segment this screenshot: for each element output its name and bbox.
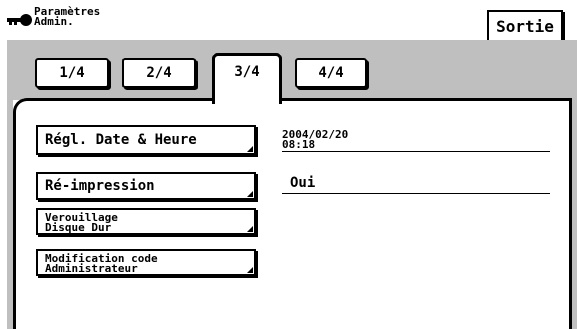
date-time-button[interactable]: Régl. Date & Heure	[36, 125, 256, 155]
time-value: 08:18	[282, 138, 316, 151]
disk-lock-label: Verouillage Disque Dur	[45, 212, 118, 234]
tab-2-4[interactable]: 2/4	[122, 58, 196, 88]
reprint-value: Oui	[290, 175, 316, 191]
active-tab-join	[215, 97, 279, 105]
exit-button[interactable]: Sortie	[487, 10, 563, 43]
disk-lock-button[interactable]: Verouillage Disque Dur	[36, 208, 256, 235]
tab-1-4[interactable]: 1/4	[35, 58, 109, 88]
disk-lock-label-line-2: Disque Dur	[45, 221, 112, 234]
key-icon	[7, 12, 33, 26]
reprint-label: Ré-impression	[45, 178, 155, 194]
date-time-label: Régl. Date & Heure	[45, 132, 197, 148]
admin-code-button[interactable]: Modification code Administrateur	[36, 249, 256, 276]
tab-4-4[interactable]: 4/4	[295, 58, 367, 88]
admin-code-label: Modification code Administrateur	[45, 253, 158, 275]
page-title: Paramètres Admin.	[34, 6, 100, 28]
reprint-value-field: Oui	[282, 173, 550, 194]
date-time-value: 2004/02/20 08:18	[282, 128, 550, 152]
panel-right-edge	[572, 100, 577, 329]
admin-code-label-line-2: Administrateur	[45, 262, 138, 275]
date-value: 2004/02/20	[282, 128, 349, 141]
title-line-2: Admin.	[34, 15, 74, 28]
reprint-button[interactable]: Ré-impression	[36, 172, 256, 200]
